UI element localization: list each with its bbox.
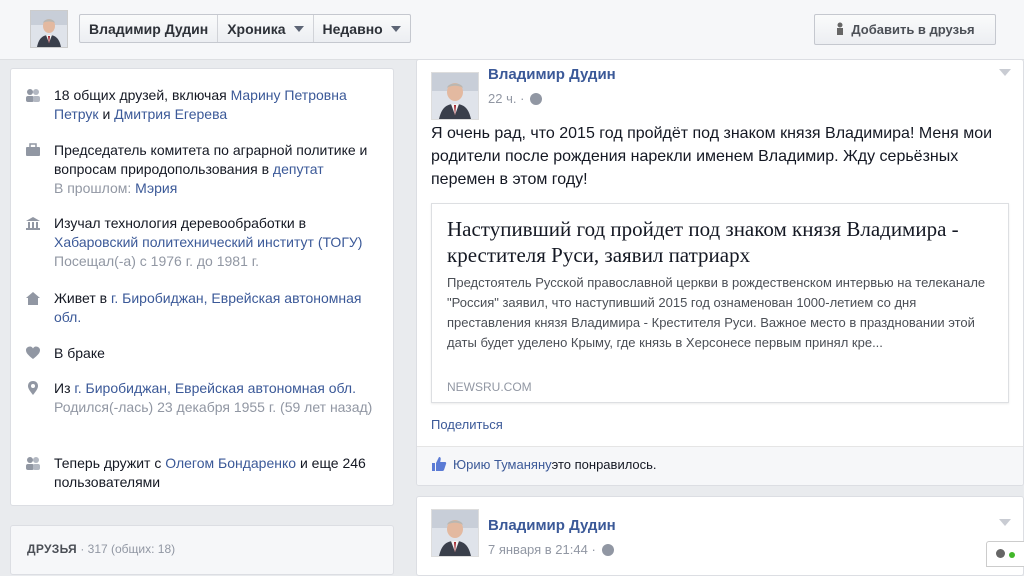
relationship-row: В браке bbox=[25, 344, 384, 363]
work-past-label: В прошлом: bbox=[54, 180, 136, 196]
mutual-friend-link[interactable]: Дмитрия Егерева bbox=[114, 106, 227, 122]
likes-bar: Юрию Туманяну это понравилось. bbox=[417, 446, 1023, 485]
mutual-and: и bbox=[98, 106, 115, 122]
birth-date: Родился(-лась) 23 декабря 1955 г. (59 ле… bbox=[54, 399, 373, 415]
post-text: Я очень рад, что 2015 год пройдёт под зн… bbox=[431, 125, 993, 188]
add-friend-button[interactable]: Добавить в друзья bbox=[814, 14, 996, 45]
briefcase-icon bbox=[26, 143, 40, 156]
globe-icon bbox=[530, 92, 543, 105]
mutual-friends-row: 18 общих друзей, включая Марину Петровна… bbox=[25, 86, 384, 124]
post-meta: 7 января в 21:44 · bbox=[488, 542, 614, 557]
profile-name-crumb[interactable]: Владимир Дудин bbox=[80, 15, 217, 42]
friends-sep: · bbox=[76, 542, 88, 556]
profile-breadcrumb: Владимир Дудин Хроника Недавно bbox=[79, 14, 411, 43]
education-row: Изучал технология деревообработки в Хаба… bbox=[25, 214, 384, 271]
post-meta: 22 ч. · bbox=[488, 91, 543, 106]
friends-box: ДРУЗЬЯ · 317 (общих: 18) bbox=[10, 525, 394, 575]
work-row: Председатель комитета по аграрной полити… bbox=[25, 141, 384, 198]
house-icon bbox=[26, 292, 40, 305]
mutual-prefix: 18 общих друзей, включая bbox=[54, 87, 231, 103]
work-past-link[interactable]: Мэрия bbox=[135, 180, 177, 196]
people-icon bbox=[26, 457, 40, 470]
from-sep: , bbox=[167, 380, 175, 396]
link-title[interactable]: Наступивший год пройдет под знаком князя… bbox=[447, 216, 987, 268]
chevron-down-icon[interactable] bbox=[999, 519, 1011, 526]
work-text: Председатель комитета по аграрной полити… bbox=[54, 141, 384, 198]
likes-suffix: это понравилось. bbox=[551, 456, 657, 472]
recent-dropdown[interactable]: Недавно bbox=[312, 15, 410, 42]
profile-name: Владимир Дудин bbox=[89, 20, 209, 37]
recent-label: Недавно bbox=[322, 20, 383, 37]
lives-row: Живет в г. Биробиджан, Еврейская автоном… bbox=[25, 289, 384, 327]
region-link[interactable]: Еврейская автономная обл. bbox=[175, 380, 356, 396]
hometown-text: Из г. Биробиджан, Еврейская автономная о… bbox=[54, 379, 384, 417]
chat-tab[interactable] bbox=[986, 541, 1024, 567]
post-author-avatar[interactable] bbox=[431, 72, 479, 120]
education-text: Изучал технология деревообработки в Хаба… bbox=[54, 214, 384, 271]
relationship-text: В браке bbox=[54, 345, 105, 361]
people-icon bbox=[26, 89, 40, 102]
add-friend-icon bbox=[835, 22, 845, 38]
profile-avatar-small[interactable] bbox=[30, 10, 68, 48]
edu-link[interactable]: Хабаровский политехнический институт (ТО… bbox=[54, 234, 362, 250]
link-source: NEWSRU.COM bbox=[447, 380, 532, 394]
friends-header: ДРУЗЬЯ · 317 (общих: 18) bbox=[27, 542, 175, 556]
post-timestamp[interactable]: 7 января в 21:44 · bbox=[488, 542, 596, 557]
add-friend-label: Добавить в друзья bbox=[851, 22, 975, 37]
mutual-friends-text: 18 общих друзей, включая Марину Петровна… bbox=[54, 86, 384, 124]
edu-prefix: Изучал технология деревообработки в bbox=[54, 215, 307, 231]
cover-header-bar: Владимир Дудин Хроника Недавно Добавить … bbox=[0, 0, 1024, 60]
from-prefix: Из bbox=[54, 380, 75, 396]
chevron-down-icon[interactable] bbox=[999, 69, 1011, 76]
edu-years: Посещал(-а) с 1976 г. до 1981 г. bbox=[54, 253, 260, 269]
timeline-post: Владимир Дудин 22 ч. · Я очень рад, что … bbox=[416, 59, 1024, 486]
likes-summary: Юрию Туманяну это понравилось. bbox=[431, 456, 657, 472]
hometown-row: Из г. Биробиджан, Еврейская автономная о… bbox=[25, 379, 384, 417]
school-icon bbox=[26, 217, 40, 230]
online-dot-icon bbox=[1009, 552, 1015, 558]
friends-count: 317 (общих: 18) bbox=[87, 542, 176, 556]
chevron-down-icon bbox=[293, 25, 304, 32]
post-author-name[interactable]: Владимир Дудин bbox=[488, 66, 616, 83]
timeline-label: Хроника bbox=[227, 20, 286, 37]
now-friends-text: Теперь дружит с Олегом Бондаренко и еще … bbox=[54, 454, 384, 492]
now-friends-row: Теперь дружит с Олегом Бондаренко и еще … bbox=[25, 454, 384, 492]
post-author-name[interactable]: Владимир Дудин bbox=[488, 517, 616, 534]
link-preview-card[interactable]: Наступивший год пройдет под знаком князя… bbox=[431, 203, 1009, 403]
liker-link[interactable]: Юрию Туманяну bbox=[453, 457, 552, 472]
timeline-post: Владимир Дудин 7 января в 21:44 · bbox=[416, 496, 1024, 576]
thumbs-up-icon bbox=[432, 457, 447, 471]
city-link[interactable]: г. Биробиджан bbox=[74, 380, 167, 396]
timeline-dropdown[interactable]: Хроника bbox=[217, 15, 312, 42]
post-timestamp[interactable]: 22 ч. · bbox=[488, 91, 524, 106]
friends-title-link[interactable]: ДРУЗЬЯ bbox=[27, 542, 77, 556]
intro-card: 18 общих друзей, включая Марину Петровна… bbox=[10, 68, 394, 506]
friends-with-prefix: Теперь дружит с bbox=[54, 455, 166, 471]
pin-icon bbox=[28, 381, 38, 395]
post-author-avatar[interactable] bbox=[431, 509, 479, 557]
lives-prefix: Живет в bbox=[54, 290, 111, 306]
city-link[interactable]: г. Биробиджан bbox=[111, 290, 204, 306]
friend-link[interactable]: Олегом Бондаренко bbox=[165, 455, 296, 471]
heart-icon bbox=[26, 346, 40, 359]
work-link[interactable]: депутат bbox=[273, 161, 324, 177]
globe-icon bbox=[601, 543, 614, 556]
share-link[interactable]: Поделиться bbox=[431, 417, 503, 432]
person-icon bbox=[996, 549, 1005, 558]
link-description: Предстоятель Русской православной церкви… bbox=[447, 275, 986, 350]
lives-text: Живет в г. Биробиджан, Еврейская автоном… bbox=[54, 289, 384, 327]
chevron-down-icon bbox=[390, 25, 401, 32]
